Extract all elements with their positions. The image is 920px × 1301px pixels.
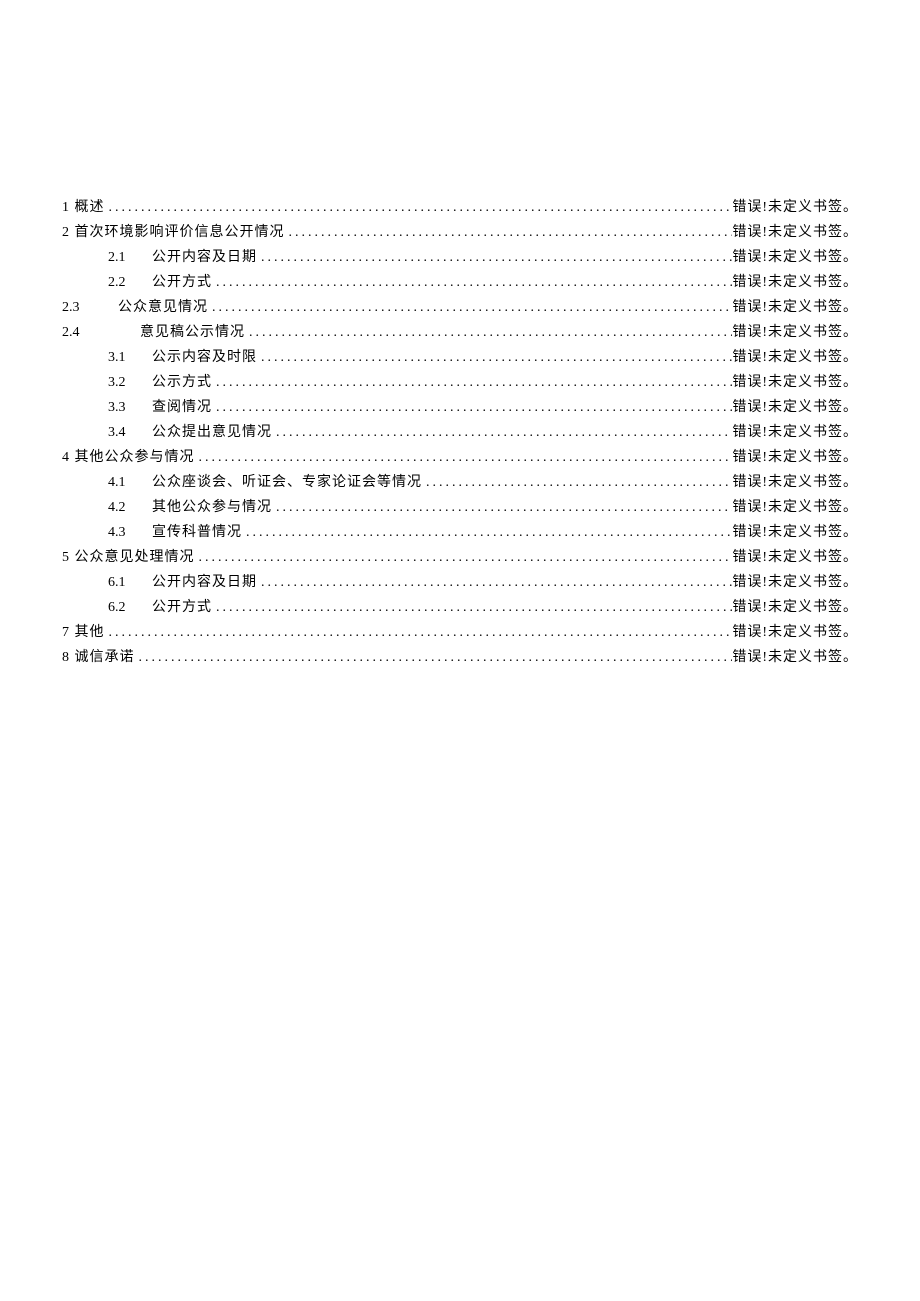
table-of-contents: 1 概述错误!未定义书签。2 首次环境影响评价信息公开情况错误!未定义书签。2.…: [62, 195, 858, 670]
toc-leader-dots: [195, 445, 733, 470]
toc-entry: 3.4 公众提出意见情况 错误!未定义书签。: [62, 420, 858, 445]
toc-leader-dots: [135, 645, 733, 670]
toc-entry: 3.1 公示内容及时限 错误!未定义书签。: [62, 345, 858, 370]
toc-entry-number: 3.3: [108, 395, 142, 420]
toc-entry-page: 错误!未定义书签。: [732, 445, 858, 470]
toc-leader-dots: [257, 570, 732, 595]
toc-leader-dots: [285, 220, 733, 245]
toc-entry: 2.2 公开方式 错误!未定义书签。: [62, 270, 858, 295]
toc-entry: 3.2 公示方式 错误!未定义书签。: [62, 370, 858, 395]
toc-entry-page: 错误!未定义书签。: [732, 195, 858, 220]
toc-entry: 2.4 意见稿公示情况 错误!未定义书签。: [62, 320, 858, 345]
toc-entry-number: 4.1: [108, 470, 142, 495]
toc-leader-dots: [212, 395, 732, 420]
toc-entry: 6.2 公开方式 错误!未定义书签。: [62, 595, 858, 620]
toc-entry-number: 4.3: [108, 520, 142, 545]
toc-entry: 2.1 公开内容及日期 错误!未定义书签。: [62, 245, 858, 270]
toc-leader-dots: [242, 520, 732, 545]
toc-entry: 2 首次环境影响评价信息公开情况 错误!未定义书签。: [62, 220, 858, 245]
toc-entry-title: 公众提出意见情况: [152, 420, 272, 445]
toc-leader-dots: [245, 320, 732, 345]
toc-entry: 4.1 公众座谈会、听证会、专家论证会等情况 错误!未定义书签。: [62, 470, 858, 495]
toc-entry-title: 2 首次环境影响评价信息公开情况: [62, 220, 285, 245]
toc-entry-page: 错误!未定义书签。: [732, 295, 858, 320]
toc-entry-page: 错误!未定义书签。: [732, 320, 858, 345]
toc-entry-title: 公示内容及时限: [152, 345, 257, 370]
toc-entry: 3.3 查阅情况 错误!未定义书签。: [62, 395, 858, 420]
toc-entry-number: 2.3: [62, 295, 110, 320]
toc-entry: 1 概述 错误!未定义书签。: [62, 195, 858, 220]
toc-entry-page: 错误!未定义书签。: [732, 495, 858, 520]
toc-entry: 7 其他 错误!未定义书签。: [62, 620, 858, 645]
toc-entry-title: 公示方式: [152, 370, 212, 395]
toc-leader-dots: [195, 545, 733, 570]
toc-entry-page: 错误!未定义书签。: [732, 220, 858, 245]
toc-entry-number: 2.4: [62, 320, 132, 345]
toc-leader-dots: [212, 270, 732, 295]
toc-entry: 4.2 其他公众参与情况 错误!未定义书签。: [62, 495, 858, 520]
toc-entry-page: 错误!未定义书签。: [732, 270, 858, 295]
toc-entry-title: 5 公众意见处理情况: [62, 545, 195, 570]
toc-entry-title: 查阅情况: [152, 395, 212, 420]
toc-entry-page: 错误!未定义书签。: [732, 395, 858, 420]
toc-leader-dots: [212, 595, 732, 620]
toc-entry-title: 其他公众参与情况: [152, 495, 272, 520]
toc-leader-dots: [212, 370, 732, 395]
toc-entry-title: 1 概述: [62, 195, 105, 220]
toc-entry-title: 公开方式: [152, 595, 212, 620]
toc-entry-number: 6.1: [108, 570, 142, 595]
toc-entry-title: 宣传科普情况: [152, 520, 242, 545]
toc-entry: 5 公众意见处理情况 错误!未定义书签。: [62, 545, 858, 570]
toc-entry-title: 公开内容及日期: [152, 570, 257, 595]
toc-entry-page: 错误!未定义书签。: [732, 570, 858, 595]
toc-leader-dots: [105, 620, 733, 645]
toc-entry-number: 3.4: [108, 420, 142, 445]
toc-entry-number: 2.2: [108, 270, 142, 295]
toc-entry-page: 错误!未定义书签。: [732, 620, 858, 645]
toc-entry-title: 4 其他公众参与情况: [62, 445, 195, 470]
toc-entry-title: 公众座谈会、听证会、专家论证会等情况: [152, 470, 422, 495]
toc-leader-dots: [257, 345, 732, 370]
toc-leader-dots: [422, 470, 732, 495]
toc-entry: 6.1 公开内容及日期 错误!未定义书签。: [62, 570, 858, 595]
toc-entry-page: 错误!未定义书签。: [732, 645, 858, 670]
toc-entry-title: 公众意见情况: [118, 295, 208, 320]
toc-leader-dots: [272, 495, 732, 520]
toc-entry-title: 8 诚信承诺: [62, 645, 135, 670]
toc-leader-dots: [208, 295, 732, 320]
toc-entry-page: 错误!未定义书签。: [732, 470, 858, 495]
toc-entry-page: 错误!未定义书签。: [732, 245, 858, 270]
toc-entry-number: 6.2: [108, 595, 142, 620]
toc-entry-number: 3.2: [108, 370, 142, 395]
toc-entry-title: 意见稿公示情况: [140, 320, 245, 345]
toc-entry-number: 3.1: [108, 345, 142, 370]
toc-entry: 4.3 宣传科普情况 错误!未定义书签。: [62, 520, 858, 545]
toc-entry-page: 错误!未定义书签。: [732, 545, 858, 570]
toc-leader-dots: [105, 195, 733, 220]
toc-entry-page: 错误!未定义书签。: [732, 345, 858, 370]
toc-entry-page: 错误!未定义书签。: [732, 595, 858, 620]
toc-entry-number: 4.2: [108, 495, 142, 520]
toc-entry-page: 错误!未定义书签。: [732, 370, 858, 395]
toc-entry: 2.3 公众意见情况 错误!未定义书签。: [62, 295, 858, 320]
toc-entry: 8 诚信承诺 错误!未定义书签。: [62, 645, 858, 670]
toc-entry-title: 公开方式: [152, 270, 212, 295]
toc-entry-page: 错误!未定义书签。: [732, 420, 858, 445]
toc-entry: 4 其他公众参与情况 错误!未定义书签。: [62, 445, 858, 470]
toc-entry-title: 公开内容及日期: [152, 245, 257, 270]
toc-leader-dots: [257, 245, 732, 270]
toc-entry-title: 7 其他: [62, 620, 105, 645]
toc-leader-dots: [272, 420, 732, 445]
toc-entry-number: 2.1: [108, 245, 142, 270]
toc-entry-page: 错误!未定义书签。: [732, 520, 858, 545]
